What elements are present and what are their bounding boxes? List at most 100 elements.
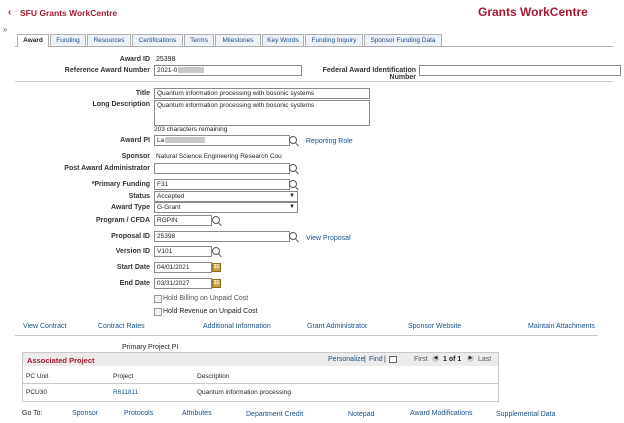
goto-notepad-link[interactable]: Notepad <box>348 411 374 418</box>
goto-protocols-link[interactable]: Protocols <box>124 410 153 417</box>
award-pi-input[interactable]: La <box>154 135 290 146</box>
column-header: PC Unit <box>26 373 49 380</box>
grid-column-header: PC Unit Project Description <box>23 367 498 384</box>
start-date-label: Start Date <box>116 264 150 271</box>
program-cfda-label: Program / CFDA <box>95 217 150 224</box>
tab-strip-line <box>15 46 613 47</box>
contract-rates-link[interactable]: Contract Rates <box>98 323 145 330</box>
app-title[interactable]: SFU Grants WorkCentre <box>20 8 117 18</box>
proposal-id-input[interactable]: 25398 <box>154 231 290 242</box>
primary-funding-label: *Primary Funding <box>91 181 150 188</box>
header-bar: ‹ SFU Grants WorkCentre Grants WorkCentr… <box>0 0 624 24</box>
award-pi-label: Award PI <box>120 137 150 144</box>
federal-award-input[interactable] <box>419 65 621 76</box>
column-header: Project <box>113 373 134 380</box>
tab-resources[interactable]: Resources <box>87 34 131 46</box>
award-id-value: 25398 <box>156 56 176 63</box>
collapse-icon[interactable]: » <box>3 25 7 34</box>
tab-award[interactable]: Award <box>17 34 49 47</box>
additional-information-link[interactable]: Additional Information <box>203 323 271 330</box>
goto-department-credit-link[interactable]: Department Credit <box>246 411 303 418</box>
search-icon[interactable] <box>212 216 220 224</box>
sponsor-value: Natural Science Engineering Research Cou <box>156 153 282 160</box>
redacted-block <box>178 67 205 74</box>
version-id-label: Version ID <box>115 248 150 255</box>
tab-certifications[interactable]: Certifications <box>132 34 183 46</box>
view-contract-link[interactable]: View Contract <box>23 323 66 330</box>
goto-sponsor-link[interactable]: Sponsor <box>72 410 98 417</box>
goto-label: Go To: <box>22 410 43 417</box>
sponsor-website-link[interactable]: Sponsor Website <box>408 323 461 330</box>
page-count: 1 of 1 <box>443 356 462 363</box>
award-type-select[interactable]: G-Grant ▼ <box>154 202 298 213</box>
goto-award-modifications-link[interactable]: Award Modifications <box>410 410 473 417</box>
start-date-input[interactable]: 04/01/2021 <box>154 262 212 273</box>
search-icon[interactable] <box>212 247 220 255</box>
tab-funding-inquiry[interactable]: Funding Inquiry <box>305 34 363 46</box>
chevron-down-icon: ▼ <box>289 204 295 210</box>
find-link[interactable]: Find <box>369 356 383 363</box>
post-award-admin-label: Post Award Administrator <box>64 165 150 172</box>
title-input[interactable]: Quantum information processing with boso… <box>154 88 370 99</box>
chars-remaining: 203 characters remaining <box>154 126 228 133</box>
separator: | <box>364 356 366 363</box>
view-proposal-link[interactable]: View Proposal <box>306 235 351 242</box>
hold-billing-label: Hold Billing on Unpaid Cost <box>163 295 249 302</box>
project-link[interactable]: R611811 <box>113 389 138 396</box>
reference-award-input[interactable]: 2021-0 <box>154 65 302 76</box>
tab-funding[interactable]: Funding <box>50 34 86 46</box>
last-label: Last <box>478 356 492 363</box>
award-id-label: Award ID <box>119 56 150 63</box>
column-header: Description <box>197 373 230 380</box>
pc-unit-cell: PCU30 <box>26 389 47 396</box>
chevron-left-icon[interactable]: ‹ <box>8 7 11 18</box>
goto-supplemental-data-link[interactable]: Supplemental Data <box>496 411 556 418</box>
grid-header: Associated Project Personalize | Find | … <box>23 353 498 366</box>
grant-administrator-link[interactable]: Grant Administrator <box>307 323 367 330</box>
proposal-id-label: Proposal ID <box>111 233 150 240</box>
associated-project-grid: Associated Project Personalize | Find | … <box>22 352 499 402</box>
status-label: Status <box>128 193 150 200</box>
hold-revenue-label: Hold Revenue on Unpaid Cost <box>163 308 258 315</box>
primary-project-pi-label: Primary Project PI <box>122 344 179 351</box>
first-label: First <box>414 356 428 363</box>
hold-billing-checkbox[interactable] <box>154 295 162 303</box>
chevron-down-icon: ▼ <box>289 193 295 199</box>
post-award-admin-input[interactable] <box>154 163 290 174</box>
maintain-attachments-link[interactable]: Maintain Attachments <box>528 323 595 330</box>
status-select[interactable]: Accepted ▼ <box>154 191 298 202</box>
calendar-icon[interactable]: 31 <box>212 263 221 272</box>
search-icon[interactable] <box>289 164 297 172</box>
search-icon[interactable] <box>289 180 297 188</box>
tab-milestones[interactable]: Milestones <box>215 34 261 46</box>
reference-award-label: Reference Award Number <box>64 67 150 74</box>
end-date-label: End Date <box>119 280 150 287</box>
prev-icon[interactable]: ◀ <box>432 355 439 362</box>
title-label: Title <box>135 90 150 97</box>
program-cfda-input[interactable]: RGPIN <box>154 215 212 226</box>
tab-sponsor-funding-data[interactable]: Sponsor Funding Data <box>364 34 442 46</box>
next-icon[interactable]: ▶ <box>467 355 474 362</box>
version-id-input[interactable]: V101 <box>154 246 212 257</box>
tab-terms[interactable]: Terms <box>184 34 214 46</box>
hold-revenue-checkbox[interactable] <box>154 308 162 316</box>
search-icon[interactable] <box>289 232 297 240</box>
long-description-textarea[interactable]: Quantum information processing with boso… <box>154 100 370 126</box>
section-divider <box>15 81 613 82</box>
view-all-icon[interactable] <box>389 356 397 363</box>
primary-funding-input[interactable]: F31 <box>154 179 290 190</box>
table-row: PCU30 R611811 Quantum information proces… <box>23 387 498 399</box>
reporting-role-link[interactable]: Reporting Role <box>306 138 353 145</box>
end-date-input[interactable]: 03/31/2027 <box>154 278 212 289</box>
goto-attributes-link[interactable]: Attributes <box>182 410 212 417</box>
grid-title: Associated Project <box>27 356 95 365</box>
federal-award-label: Federal Award Identification Number <box>322 67 416 81</box>
sponsor-label: Sponsor <box>121 153 150 160</box>
page-title: Grants WorkCentre <box>478 5 588 19</box>
separator: | <box>384 356 386 363</box>
tab-key-words[interactable]: Key Words <box>262 34 304 46</box>
search-icon[interactable] <box>289 136 297 144</box>
calendar-icon[interactable]: 31 <box>212 279 221 288</box>
personalize-link[interactable]: Personalize <box>328 356 365 363</box>
description-cell: Quantum information processing <box>197 389 291 396</box>
